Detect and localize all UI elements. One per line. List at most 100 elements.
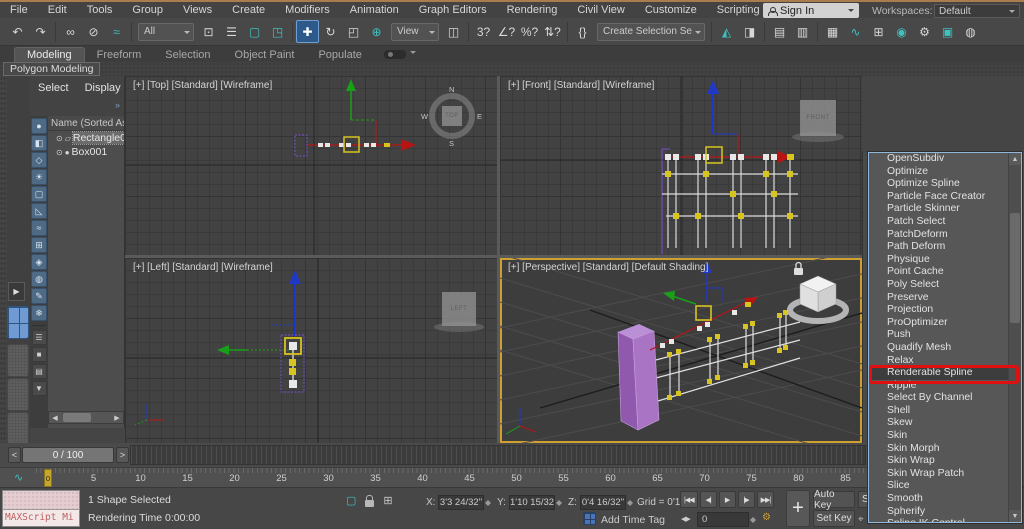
select-and-rotate-icon[interactable]: ↻ xyxy=(319,20,342,43)
viewport-top[interactable]: [+] [Top] [Standard] [Wireframe] xyxy=(125,76,497,255)
menu-item[interactable]: Tools xyxy=(77,4,123,16)
percent-snap-toggle-icon[interactable]: %? xyxy=(518,20,541,43)
modifier-item[interactable]: Preserve xyxy=(869,292,1008,305)
menu-item[interactable]: Rendering xyxy=(497,4,568,16)
scroll-left-icon[interactable]: ◀ xyxy=(49,412,61,423)
time-slider-track[interactable] xyxy=(130,445,866,465)
menu-item[interactable]: Civil View xyxy=(567,4,634,16)
menu-item[interactable]: Create xyxy=(222,4,275,16)
menu-item[interactable]: Animation xyxy=(340,4,409,16)
current-frame-field[interactable]: 0 xyxy=(697,512,749,527)
select-and-move-icon[interactable]: ✚ xyxy=(296,20,319,43)
x-spinner[interactable] xyxy=(485,495,492,510)
key-filters-icon[interactable]: ⌖ xyxy=(858,514,864,525)
menu-item[interactable]: Graph Editors xyxy=(409,4,497,16)
undo-icon[interactable]: ↶ xyxy=(6,20,29,43)
absolute-mode-transform-icon[interactable]: ⊞ xyxy=(383,494,392,507)
render-production-icon[interactable]: ◍ xyxy=(959,20,982,43)
previous-frame-button[interactable]: ◀| xyxy=(700,491,717,508)
modifier-item[interactable]: Shell xyxy=(869,405,1008,418)
modifier-item[interactable]: Path Deform xyxy=(869,241,1008,254)
maxscript-mini-listener[interactable]: MAXScript Mi xyxy=(2,490,80,527)
modifier-item[interactable]: Optimize Spline xyxy=(869,178,1008,191)
select-and-scale-icon[interactable]: ◰ xyxy=(342,20,365,43)
polygon-modeling-panel-button[interactable]: Polygon Modeling xyxy=(3,62,100,76)
modifier-item[interactable]: Point Cache xyxy=(869,266,1008,279)
separator[interactable] xyxy=(292,22,293,42)
scene-object-row[interactable]: ⊙ ● Box001 xyxy=(48,145,124,159)
explorer-filter-icon[interactable]: ▼ xyxy=(32,381,47,396)
menu-item[interactable]: Group xyxy=(122,4,173,16)
separator[interactable] xyxy=(55,22,56,42)
modifier-item[interactable]: Skin Wrap xyxy=(869,455,1008,468)
scroll-down-icon[interactable]: ▼ xyxy=(1009,510,1021,522)
explorer-horizontal-scrollbar[interactable]: ◀ ▶ xyxy=(48,411,124,424)
open-mini-curve-editor-icon[interactable]: ∿ xyxy=(14,471,23,484)
time-slider-handle[interactable]: 0 / 100 xyxy=(22,447,114,463)
modifier-item[interactable]: Patch Select xyxy=(869,216,1008,229)
scene-object-row[interactable]: ⊙ ▱ Rectangle001 xyxy=(48,131,124,145)
modifier-item[interactable]: Particle Skinner xyxy=(869,203,1008,216)
explorer-overflow-icon[interactable]: » xyxy=(115,100,120,110)
viewport-front[interactable]: [+] [Front] [Standard] [Wireframe] xyxy=(500,76,862,255)
previous-frame-slider-button[interactable]: < xyxy=(8,447,21,463)
filter-helpers-icon[interactable]: ◺ xyxy=(31,203,47,219)
filter-groups-icon[interactable]: ⊞ xyxy=(31,237,47,253)
modifier-item[interactable]: Projection xyxy=(869,304,1008,317)
workspace-select[interactable]: Default xyxy=(934,4,1020,18)
viewport-left[interactable]: [+] [Left] [Standard] [Wireframe] xyxy=(125,258,497,443)
set-key-button[interactable]: Set Key xyxy=(813,510,855,527)
modifier-item[interactable]: Optimize xyxy=(869,166,1008,179)
modifier-item[interactable]: Particle Face Creator xyxy=(869,191,1008,204)
column-header-name[interactable]: Name (Sorted Ascend xyxy=(48,116,124,131)
explorer-swatch-icon[interactable]: ■ xyxy=(32,347,47,362)
viewport-left-label[interactable]: [+] [Left] [Standard] [Wireframe] xyxy=(133,262,273,273)
viewport-top-label[interactable]: [+] [Top] [Standard] [Wireframe] xyxy=(133,80,272,91)
spinner-snap-toggle-icon[interactable]: ⇅? xyxy=(541,20,564,43)
reference-coordinate-system-select[interactable]: View xyxy=(391,23,439,41)
filter-geometry-icon[interactable]: ◧ xyxy=(31,135,47,151)
menu-item[interactable]: Views xyxy=(173,4,222,16)
menu-item[interactable]: Customize xyxy=(635,4,707,16)
bind-to-space-warp-icon[interactable]: ≈ xyxy=(105,20,128,43)
filter-materials-icon[interactable]: ◍ xyxy=(31,271,47,287)
y-coordinate-field[interactable]: 1'10 15/32" xyxy=(509,495,555,510)
y-spinner[interactable] xyxy=(556,495,563,510)
key-mode-toggle-icon[interactable]: ◀▶ xyxy=(681,515,690,523)
play-button[interactable]: ▶ xyxy=(719,491,736,508)
filter-all-icon[interactable]: ● xyxy=(31,118,47,134)
current-frame-marker[interactable]: 0 xyxy=(44,469,52,487)
filter-cameras-icon[interactable]: ▢ xyxy=(31,186,47,202)
filter-lights-icon[interactable]: ☀ xyxy=(31,169,47,185)
viewport-layout-tab[interactable] xyxy=(7,344,29,377)
menu-item[interactable]: Scripting xyxy=(707,4,770,16)
tab-populate[interactable]: Populate xyxy=(306,48,373,62)
modifier-item[interactable]: Slice xyxy=(869,480,1008,493)
chevron-down-icon[interactable] xyxy=(410,51,416,57)
filter-frozen-icon[interactable]: ❄ xyxy=(31,305,47,321)
modifier-item[interactable]: Renderable Spline xyxy=(869,367,1008,380)
curve-editor-icon[interactable]: ∿ xyxy=(844,20,867,43)
visibility-eye-icon[interactable]: ⊙ xyxy=(56,148,63,157)
modifier-item[interactable]: Relax xyxy=(869,355,1008,368)
go-to-end-button[interactable]: ▶▶| xyxy=(757,491,775,508)
select-and-place-icon[interactable]: ⊕ xyxy=(365,20,388,43)
modifier-item[interactable]: Spline IK Control xyxy=(869,518,1008,523)
use-pivot-point-center-icon[interactable]: ◫ xyxy=(442,20,465,43)
modifier-item[interactable]: PatchDeform xyxy=(869,229,1008,242)
explorer-sort-icon[interactable]: ☰ xyxy=(32,330,47,345)
modifier-item[interactable]: Quadify Mesh xyxy=(869,342,1008,355)
sign-in-button[interactable]: Sign In xyxy=(763,3,859,18)
selection-filter-select[interactable]: All xyxy=(138,23,194,41)
rendered-frame-window-icon[interactable]: ▣ xyxy=(936,20,959,43)
angle-snap-toggle-icon[interactable]: ∠? xyxy=(495,20,518,43)
viewport-layout-tab-active[interactable] xyxy=(7,306,29,339)
toggle-layer-explorer-icon[interactable]: ▥ xyxy=(791,20,814,43)
scrollbar-thumb[interactable] xyxy=(1010,213,1020,323)
filter-shapes-icon[interactable]: ◇ xyxy=(31,152,47,168)
modifier-item[interactable]: Select By Channel xyxy=(869,392,1008,405)
next-frame-slider-button[interactable]: > xyxy=(116,447,129,463)
select-and-link-icon[interactable]: ∞ xyxy=(59,20,82,43)
render-setup-icon[interactable]: ⚙ xyxy=(913,20,936,43)
separator[interactable] xyxy=(131,22,132,42)
